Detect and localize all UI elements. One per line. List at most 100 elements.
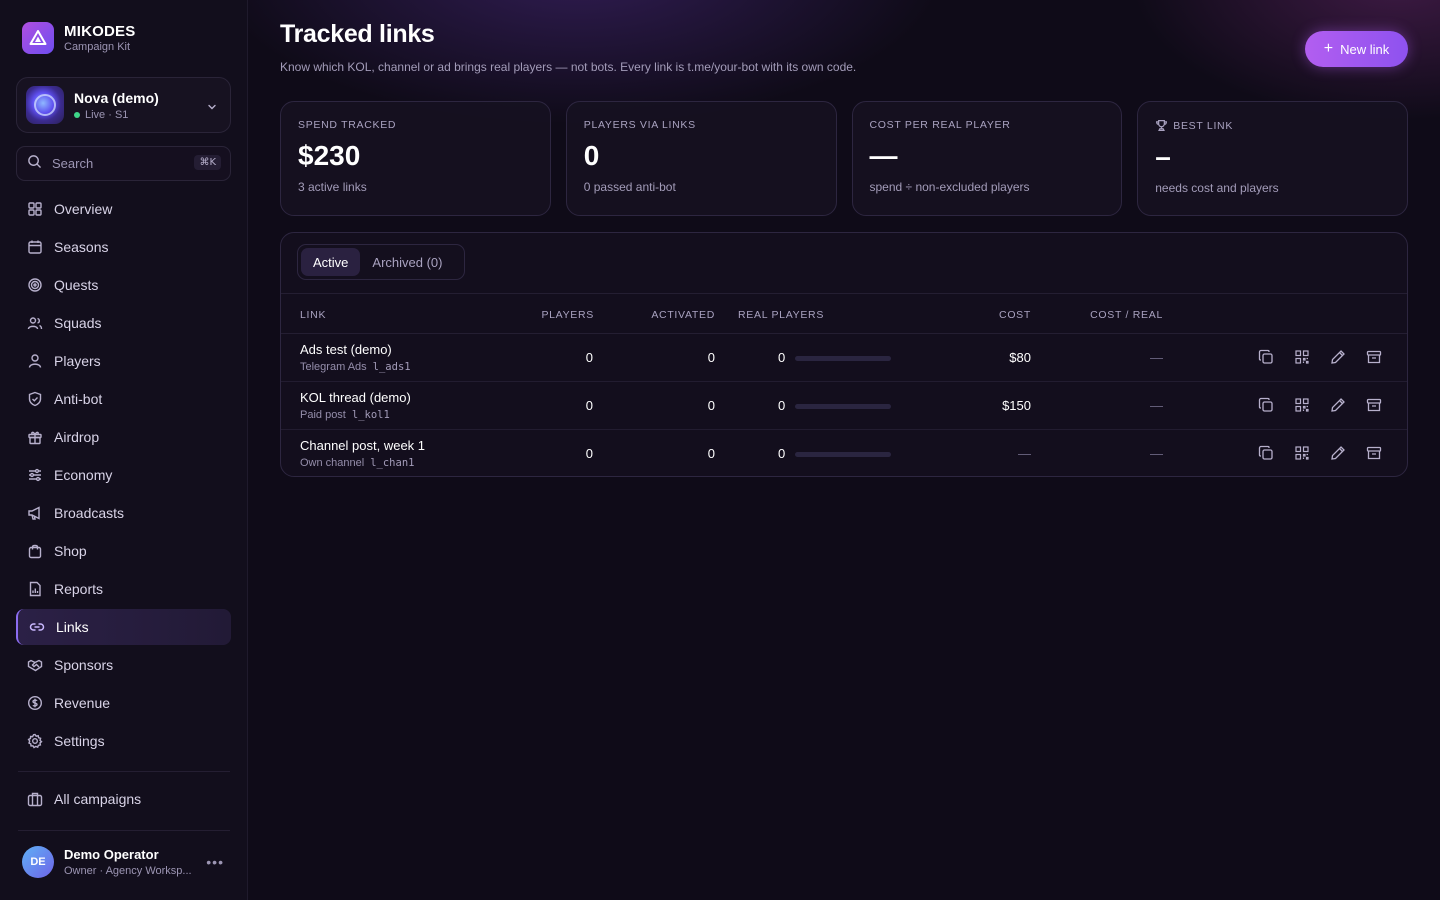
sidebar-item-label: Broadcasts xyxy=(54,505,125,521)
link-code: l_chan1 xyxy=(370,457,415,469)
sidebar-item-reports[interactable]: Reports xyxy=(16,571,231,607)
stat-value: — xyxy=(869,140,898,171)
table-row[interactable]: Channel post, week 1 Own channel l_chan1 … xyxy=(281,430,1407,478)
link-name[interactable]: Channel post, week 1 xyxy=(300,438,425,453)
archive-icon[interactable] xyxy=(1365,444,1383,462)
sidebar-item-shop[interactable]: Shop xyxy=(16,533,231,569)
brand-name: MIKODES xyxy=(64,23,136,40)
stat-cards: SPEND TRACKED $230 3 active links PLAYER… xyxy=(280,101,1408,216)
stat-label-row: BEST LINK xyxy=(1155,119,1390,132)
sidebar-item-label: Settings xyxy=(54,733,105,749)
edit-icon[interactable] xyxy=(1329,348,1347,366)
link-meta: Telegram Ads l_ads1 xyxy=(300,361,411,373)
user-role: Owner · Agency Worksp... xyxy=(64,865,192,877)
stat-note: 0 passed anti-bot xyxy=(583,180,676,194)
search-shortcut: ⌘K xyxy=(194,155,221,170)
sidebar-item-label: Economy xyxy=(54,467,113,483)
table-header: LINK PLAYERS ACTIVATED REAL PLAYERS COST… xyxy=(281,293,1407,334)
cost-real-cell: — xyxy=(1150,350,1163,365)
copy-icon[interactable] xyxy=(1257,348,1275,366)
new-link-label: New link xyxy=(1340,41,1390,57)
sidebar-item-squads[interactable]: Squads xyxy=(16,305,231,341)
stat-card-spend: SPEND TRACKED $230 3 active links xyxy=(280,101,551,216)
search-placeholder: Search xyxy=(52,156,94,171)
qr-code-icon[interactable] xyxy=(1293,396,1311,414)
sidebar-item-label: Seasons xyxy=(54,239,109,255)
edit-icon[interactable] xyxy=(1329,396,1347,414)
sidebar-item-settings[interactable]: Settings xyxy=(16,723,231,759)
user-icon xyxy=(26,352,44,370)
cost-cell: $150 xyxy=(1002,398,1031,413)
stat-label: PLAYERS VIA LINKS xyxy=(583,119,696,131)
qr-code-icon[interactable] xyxy=(1293,444,1311,462)
sidebar-item-broadcasts[interactable]: Broadcasts xyxy=(16,495,231,531)
sidebar-item-links[interactable]: Links xyxy=(16,609,231,645)
stat-note: 3 active links xyxy=(298,180,367,194)
search-input[interactable]: Search ⌘K xyxy=(16,146,231,181)
sidebar: MIKODES Campaign Kit Nova (demo) Live · … xyxy=(0,0,248,900)
sidebar-item-label: Airdrop xyxy=(54,429,100,445)
sidebar-item-players[interactable]: Players xyxy=(16,343,231,379)
column-header-players[interactable]: PLAYERS xyxy=(541,309,594,321)
more-icon[interactable]: ••• xyxy=(206,854,224,870)
row-actions xyxy=(1257,444,1383,462)
report-icon xyxy=(26,580,44,598)
new-link-button[interactable]: + New link xyxy=(1305,31,1408,67)
sidebar-item-all-campaigns[interactable]: All campaigns xyxy=(16,781,231,817)
column-header-activated[interactable]: ACTIVATED xyxy=(651,309,715,321)
archive-icon[interactable] xyxy=(1365,348,1383,366)
search-icon xyxy=(27,154,42,174)
column-header-real-players[interactable]: REAL PLAYERS xyxy=(738,309,824,321)
copy-icon[interactable] xyxy=(1257,444,1275,462)
brand[interactable]: MIKODES Campaign Kit xyxy=(22,22,135,54)
column-header-link[interactable]: LINK xyxy=(300,309,326,321)
sidebar-item-anti-bot[interactable]: Anti-bot xyxy=(16,381,231,417)
table-row[interactable]: Ads test (demo) Telegram Ads l_ads1 0 0 0… xyxy=(281,334,1407,382)
qr-code-icon[interactable] xyxy=(1293,348,1311,366)
sidebar-item-economy[interactable]: Economy xyxy=(16,457,231,493)
link-name[interactable]: Ads test (demo) xyxy=(300,342,392,357)
players-cell: 0 xyxy=(585,398,593,413)
sidebar-item-airdrop[interactable]: Airdrop xyxy=(16,419,231,455)
sidebar-item-revenue[interactable]: Revenue xyxy=(16,685,231,721)
tab-group: Active Archived (0) xyxy=(297,244,465,280)
avatar: DE xyxy=(22,846,54,878)
link-code: l_ads1 xyxy=(372,361,411,373)
link-icon xyxy=(28,618,46,636)
sidebar-item-label: Revenue xyxy=(54,695,111,711)
sidebar-item-sponsors[interactable]: Sponsors xyxy=(16,647,231,683)
chevron-down-icon xyxy=(206,100,218,118)
copy-icon[interactable] xyxy=(1257,396,1275,414)
cost-cell: $80 xyxy=(1009,350,1031,365)
real-players-cell: 0 xyxy=(778,350,786,365)
real-players-cell: 0 xyxy=(778,446,786,461)
sidebar-item-quests[interactable]: Quests xyxy=(16,267,231,303)
activated-cell: 0 xyxy=(707,446,715,461)
live-dot-icon xyxy=(74,111,80,118)
column-header-cost-real[interactable]: COST / REAL xyxy=(1090,309,1163,321)
row-actions xyxy=(1257,348,1383,366)
column-header-cost[interactable]: COST xyxy=(999,309,1031,321)
calendar-icon xyxy=(26,238,44,256)
brand-subtitle: Campaign Kit xyxy=(64,41,131,53)
tab-archived[interactable]: Archived (0) xyxy=(360,248,454,276)
real-players-bar xyxy=(795,356,891,361)
table-row[interactable]: KOL thread (demo) Paid post l_kol1 0 0 0 … xyxy=(281,382,1407,430)
sidebar-nav: Overview Seasons Quests Squads Players A… xyxy=(16,191,231,761)
link-name[interactable]: KOL thread (demo) xyxy=(300,390,411,405)
sidebar-item-label: Quests xyxy=(54,277,99,293)
sidebar-item-label: All campaigns xyxy=(54,791,142,807)
edit-icon[interactable] xyxy=(1329,444,1347,462)
stat-card-players: PLAYERS VIA LINKS 0 0 passed anti-bot xyxy=(565,101,837,216)
sidebar-item-overview[interactable]: Overview xyxy=(16,191,231,227)
sidebar-item-label: Shop xyxy=(54,543,87,559)
links-table-panel: Active Archived (0) LINK PLAYERS ACTIVAT… xyxy=(280,232,1408,477)
stat-label: BEST LINK xyxy=(1173,119,1234,132)
archive-icon[interactable] xyxy=(1365,396,1383,414)
tab-active[interactable]: Active xyxy=(301,248,361,276)
campaign-switcher[interactable]: Nova (demo) Live · S1 xyxy=(16,77,231,133)
user-menu[interactable]: DE Demo Operator Owner · Agency Worksp..… xyxy=(22,846,232,878)
sidebar-item-label: Links xyxy=(56,619,89,635)
sidebar-divider xyxy=(18,830,230,831)
sidebar-item-seasons[interactable]: Seasons xyxy=(16,229,231,265)
